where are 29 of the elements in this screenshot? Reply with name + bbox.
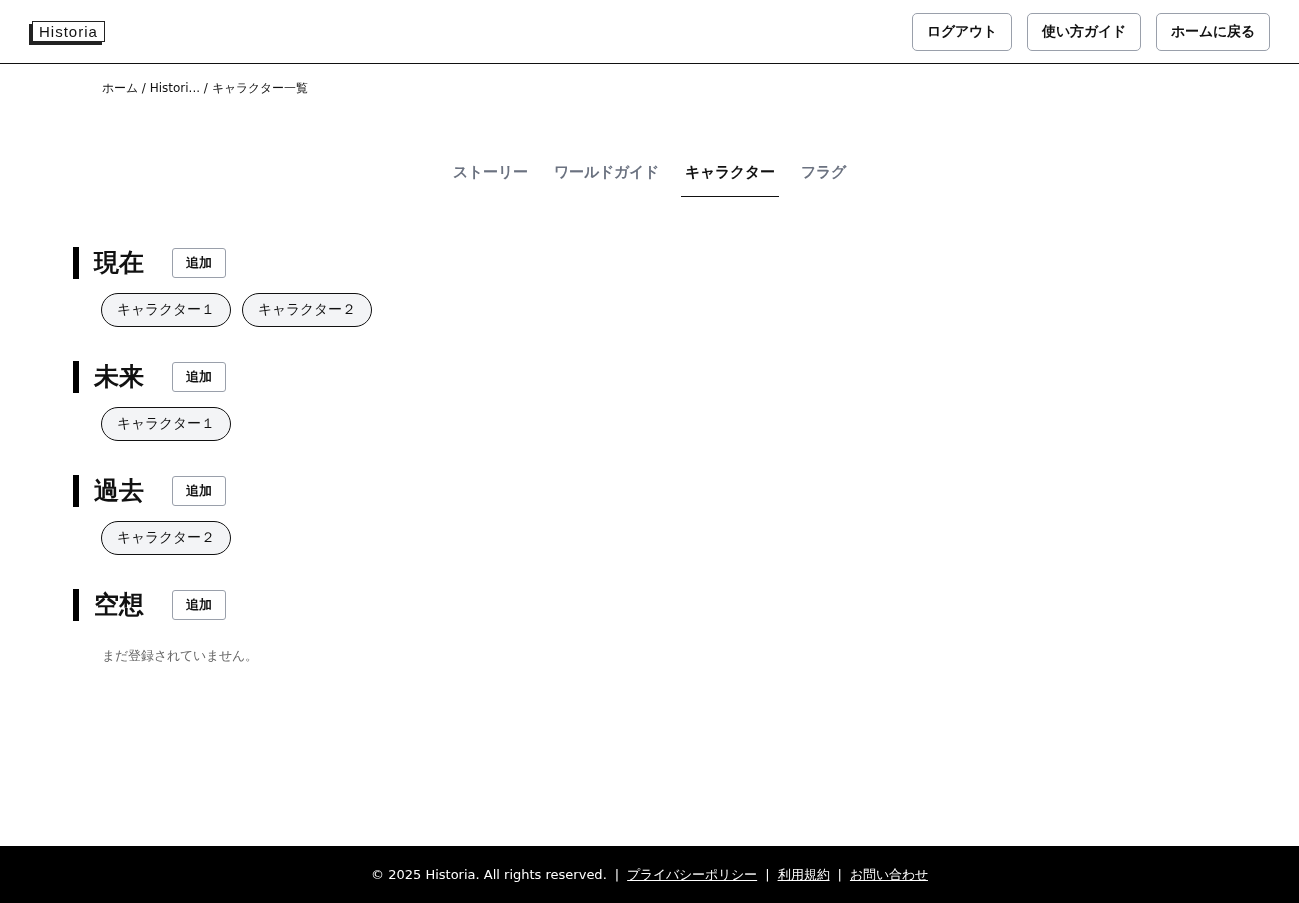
section-title: 現在 [73, 247, 144, 279]
separator: | [765, 867, 770, 882]
separator: | [614, 867, 620, 882]
footer-link[interactable]: プライバシーポリシー [627, 865, 758, 884]
logo[interactable]: Historia [32, 21, 105, 42]
section-title: 空想 [73, 589, 144, 621]
tab[interactable]: キャラクター [681, 155, 779, 197]
tab[interactable]: ストーリー [449, 155, 532, 197]
empty-message: まだ登録されていません。 [101, 647, 259, 665]
character-chip[interactable]: キャラクター２ [242, 293, 372, 327]
add-button[interactable]: 追加 [172, 590, 226, 620]
footer-link[interactable]: お問い合わせ [849, 865, 928, 884]
section-title: 未来 [73, 361, 144, 393]
header-button[interactable]: 使い方ガイド [1027, 12, 1141, 51]
separator: | [837, 867, 842, 882]
tab[interactable]: フラグ [797, 155, 850, 197]
breadcrumb: ホーム / Histori... / キャラクター一覧 [101, 80, 309, 97]
footer-link[interactable]: 利用規約 [777, 865, 830, 884]
character-chip[interactable]: キャラクター２ [101, 521, 231, 555]
character-chip[interactable]: キャラクター１ [101, 293, 231, 327]
add-button[interactable]: 追加 [172, 362, 226, 392]
tab[interactable]: ワールドガイド [550, 155, 663, 197]
add-button[interactable]: 追加 [172, 248, 226, 278]
copyright-text: © 2025 Historia. All rights reserved. [371, 867, 607, 882]
header-button[interactable]: ホームに戻る [1156, 12, 1270, 51]
character-chip[interactable]: キャラクター１ [101, 407, 231, 441]
section-title: 過去 [73, 475, 144, 507]
add-button[interactable]: 追加 [172, 476, 226, 506]
header-button[interactable]: ログアウト [912, 12, 1012, 51]
